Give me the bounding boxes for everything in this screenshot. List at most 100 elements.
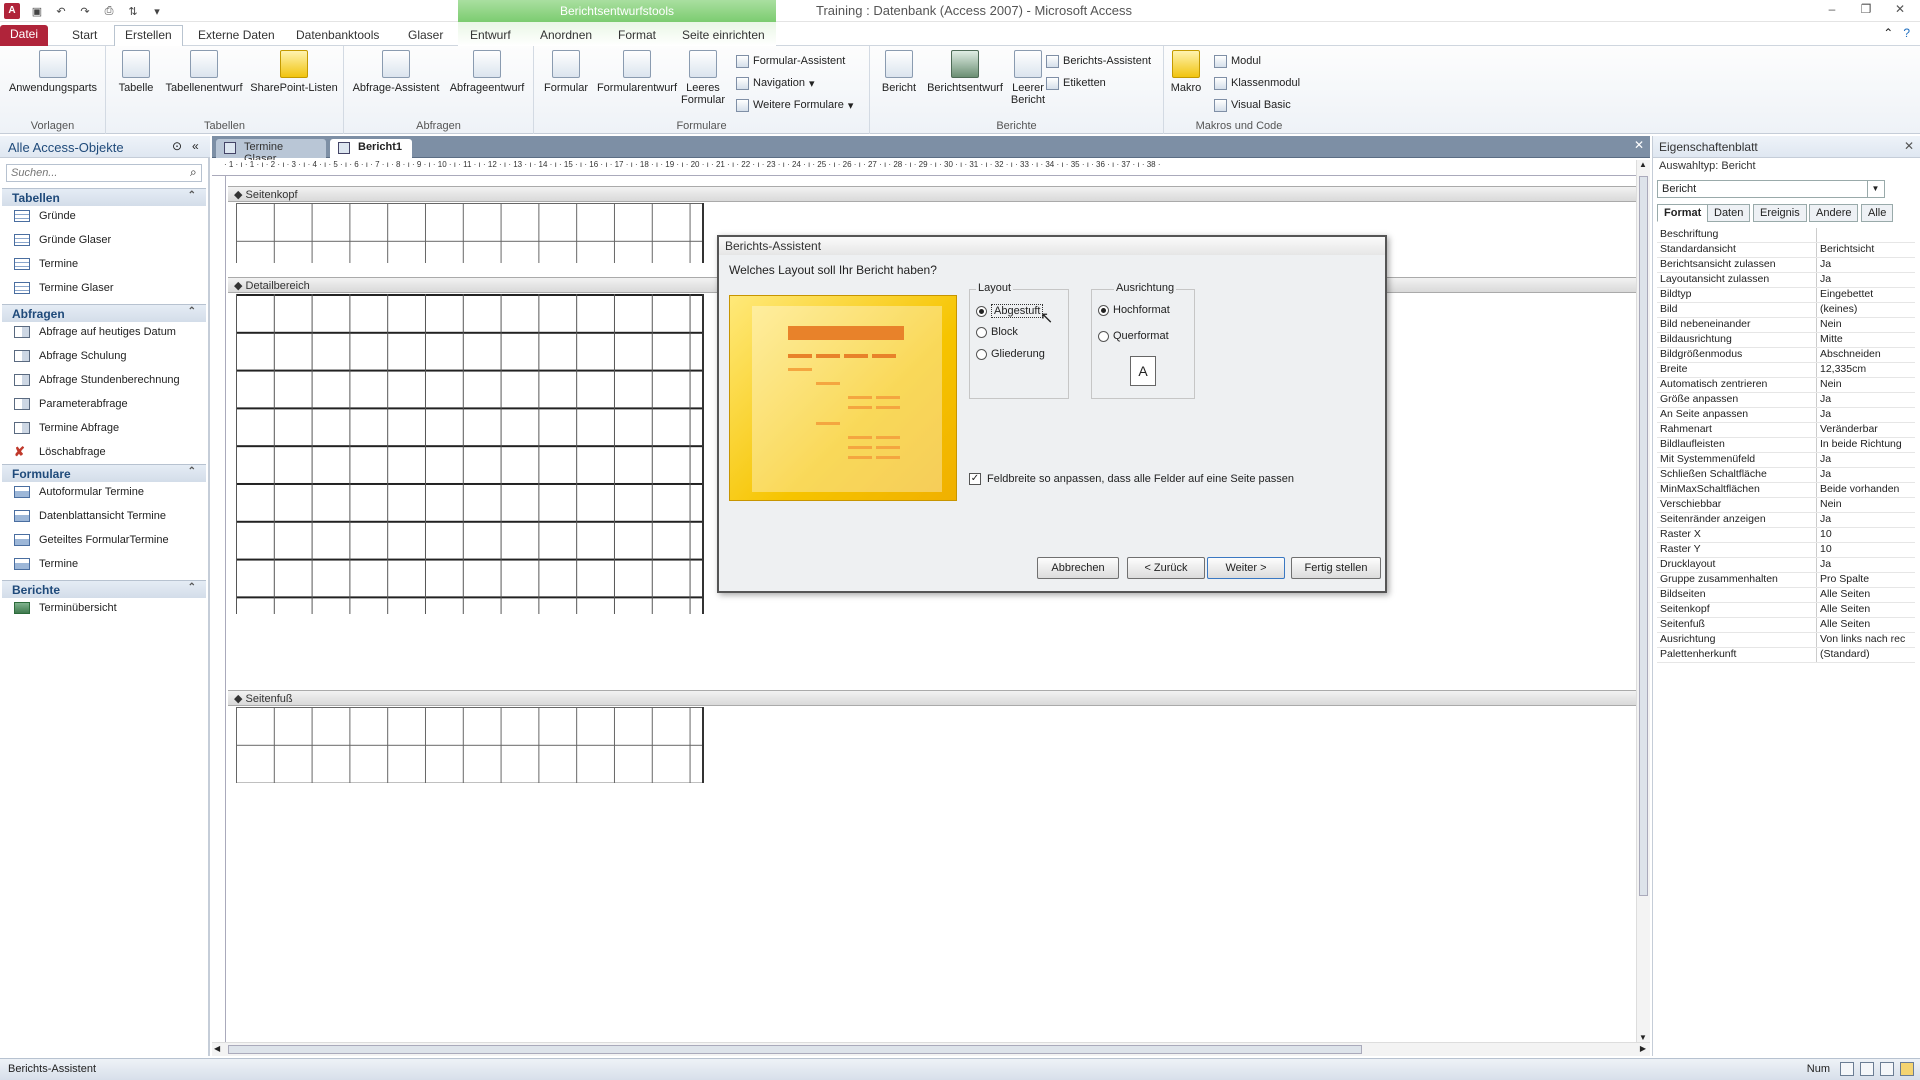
- section-seitenkopf[interactable]: ◆ Seitenkopf: [228, 186, 1636, 202]
- property-row[interactable]: Bild (keines): [1657, 303, 1915, 318]
- property-row[interactable]: Seitenränder anzeigen Ja: [1657, 513, 1915, 528]
- property-row[interactable]: Verschiebbar Nein: [1657, 498, 1915, 513]
- search-icon[interactable]: ⌕: [190, 165, 197, 180]
- tab-format[interactable]: Format: [608, 26, 666, 46]
- property-value[interactable]: Alle Seiten: [1817, 603, 1915, 617]
- leeres-formular-button[interactable]: Leeres Formular: [680, 50, 726, 106]
- property-row[interactable]: Größe anpassen Ja: [1657, 393, 1915, 408]
- property-row[interactable]: Rahmenart Veränderbar: [1657, 423, 1915, 438]
- save-icon[interactable]: ▣: [30, 4, 44, 18]
- nav-item[interactable]: Parameterabfrage: [14, 394, 128, 414]
- nav-group-formulare[interactable]: Formulare ⌃: [2, 464, 206, 482]
- print-icon[interactable]: ⎙: [102, 4, 116, 18]
- radio-abgestuft[interactable]: Abgestuft: [976, 304, 1044, 318]
- nav-item[interactable]: Datenblattansicht Termine: [14, 506, 166, 526]
- scroll-left-icon[interactable]: ◀: [214, 1044, 220, 1053]
- makro-button[interactable]: Makro: [1166, 50, 1206, 94]
- anwendungsparts-button[interactable]: Anwendungsparts: [4, 50, 102, 94]
- prop-tab-andere[interactable]: Andere: [1809, 204, 1859, 222]
- nav-header[interactable]: Alle Access-Objekte ⊙ «: [0, 136, 210, 158]
- customize-qat-icon[interactable]: ▾: [150, 4, 164, 18]
- property-value[interactable]: Von links nach rec: [1817, 633, 1915, 647]
- redo-icon[interactable]: ↷: [78, 4, 92, 18]
- property-row[interactable]: Standardansicht Berichtsicht: [1657, 243, 1915, 258]
- nav-item[interactable]: Gründe Glaser: [14, 230, 111, 250]
- property-value[interactable]: Nein: [1817, 378, 1915, 392]
- scroll-thumb[interactable]: [1639, 176, 1648, 896]
- scroll-right-icon[interactable]: ▶: [1640, 1044, 1646, 1053]
- property-value[interactable]: Mitte: [1817, 333, 1915, 347]
- property-row[interactable]: An Seite anpassen Ja: [1657, 408, 1915, 423]
- print-preview-icon[interactable]: [1860, 1062, 1874, 1076]
- radio-querformat[interactable]: Querformat: [1098, 330, 1169, 342]
- tab-glaser[interactable]: Glaser: [398, 26, 453, 46]
- tab-erstellen[interactable]: Erstellen: [114, 25, 183, 47]
- cancel-button[interactable]: Abbrechen: [1037, 557, 1119, 579]
- radio-hochformat[interactable]: Hochformat: [1098, 304, 1170, 316]
- nav-item[interactable]: Geteiltes FormularTermine: [14, 530, 169, 550]
- tabellenentwurf-button[interactable]: Tabellenentwurf: [158, 50, 250, 94]
- radio-block[interactable]: Block: [976, 326, 1018, 338]
- report-view-icon[interactable]: [1840, 1062, 1854, 1076]
- property-row[interactable]: Beschriftung: [1657, 228, 1915, 243]
- property-row[interactable]: Ausrichtung Von links nach rec: [1657, 633, 1915, 648]
- property-row[interactable]: Automatisch zentrieren Nein: [1657, 378, 1915, 393]
- leerer-bericht-button[interactable]: Leerer Bericht: [1006, 50, 1050, 106]
- next-button[interactable]: Weiter >: [1207, 557, 1285, 579]
- property-row[interactable]: Bildausrichtung Mitte: [1657, 333, 1915, 348]
- visual-basic-button[interactable]: Visual Basic: [1214, 96, 1291, 114]
- property-row[interactable]: Bildseiten Alle Seiten: [1657, 588, 1915, 603]
- section-seitenfuss[interactable]: ◆ Seitenfuß: [228, 690, 1636, 706]
- property-row[interactable]: Bild nebeneinander Nein: [1657, 318, 1915, 333]
- back-button[interactable]: < Zurück: [1127, 557, 1205, 579]
- property-value[interactable]: Eingebettet: [1817, 288, 1915, 302]
- restore-icon[interactable]: ❐: [1852, 2, 1880, 18]
- property-value[interactable]: Alle Seiten: [1817, 588, 1915, 602]
- radio-gliederung[interactable]: Gliederung: [976, 348, 1045, 360]
- nav-group-tabellen[interactable]: Tabellen ⌃: [2, 188, 206, 206]
- tab-start[interactable]: Start: [62, 26, 107, 46]
- nav-item[interactable]: Termine Abfrage: [14, 418, 119, 438]
- nav-item[interactable]: Termine: [14, 554, 78, 574]
- nav-group-abfragen[interactable]: Abfragen ⌃: [2, 304, 206, 322]
- nav-item[interactable]: Gründe: [14, 206, 76, 226]
- prop-tab-alle[interactable]: Alle: [1861, 204, 1894, 222]
- formular-assistent-button[interactable]: Formular-Assistent: [736, 52, 845, 70]
- nav-search-input[interactable]: [6, 164, 202, 182]
- property-value[interactable]: Ja: [1817, 273, 1915, 287]
- close-icon[interactable]: ✕: [1904, 139, 1914, 153]
- property-value[interactable]: Ja: [1817, 558, 1915, 572]
- doc-tab-termine-glaser[interactable]: Termine Glaser: [216, 139, 326, 165]
- property-row[interactable]: Schließen Schaltfläche Ja: [1657, 468, 1915, 483]
- fit-fields-checkbox[interactable]: ✓ Feldbreite so anpassen, dass alle Feld…: [969, 473, 1294, 485]
- tab-externe-daten[interactable]: Externe Daten: [188, 26, 285, 46]
- scroll-thumb[interactable]: [228, 1045, 1362, 1054]
- property-value[interactable]: Pro Spalte: [1817, 573, 1915, 587]
- property-row[interactable]: Bildtyp Eingebettet: [1657, 288, 1915, 303]
- property-value[interactable]: 10: [1817, 543, 1915, 557]
- property-row[interactable]: Berichtsansicht zulassen Ja: [1657, 258, 1915, 273]
- modul-button[interactable]: Modul: [1214, 52, 1261, 70]
- property-value[interactable]: [1817, 228, 1915, 242]
- property-value[interactable]: Beide vorhanden: [1817, 483, 1915, 497]
- property-value[interactable]: Nein: [1817, 318, 1915, 332]
- property-row[interactable]: Seitenkopf Alle Seiten: [1657, 603, 1915, 618]
- selection-select[interactable]: Bericht: [1657, 180, 1885, 198]
- berichtsentwurf-button[interactable]: Berichtsentwurf: [922, 50, 1008, 94]
- berichts-assistent-button[interactable]: Berichts-Assistent: [1046, 52, 1151, 70]
- property-value[interactable]: Veränderbar: [1817, 423, 1915, 437]
- property-value[interactable]: In beide Richtung: [1817, 438, 1915, 452]
- property-value[interactable]: Ja: [1817, 468, 1915, 482]
- prop-tab-format[interactable]: Format: [1657, 204, 1709, 222]
- design-view-icon[interactable]: [1900, 1062, 1914, 1076]
- scroll-down-icon[interactable]: ▼: [1639, 1033, 1647, 1042]
- horizontal-scrollbar[interactable]: ◀ ▶: [212, 1042, 1650, 1056]
- nav-item[interactable]: Termine Glaser: [14, 278, 114, 298]
- abfrageentwurf-button[interactable]: Abfrageentwurf: [444, 50, 530, 94]
- footer-grid[interactable]: [236, 707, 704, 783]
- property-row[interactable]: Bildlaufleisten In beide Richtung: [1657, 438, 1915, 453]
- property-value[interactable]: (Standard): [1817, 648, 1915, 662]
- klassenmodul-button[interactable]: Klassenmodul: [1214, 74, 1300, 92]
- property-value[interactable]: 10: [1817, 528, 1915, 542]
- property-value[interactable]: Ja: [1817, 408, 1915, 422]
